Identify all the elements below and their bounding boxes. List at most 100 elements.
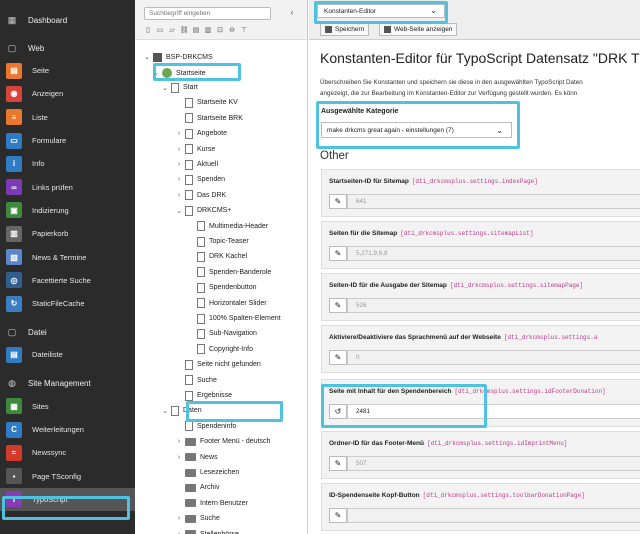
chevron-right-icon[interactable]: ›: [175, 515, 183, 522]
module-item-weiterleitungen[interactable]: C Weiterleitungen: [0, 418, 135, 441]
module-item-staticfilecache[interactable]: ↻ StaticFileCache: [0, 292, 135, 315]
tree-node[interactable]: › Das DRK: [175, 188, 226, 202]
new-mount-icon[interactable]: ⊡: [216, 26, 224, 34]
tree-node[interactable]: Intern Benutzer: [175, 496, 248, 510]
constant-value-field[interactable]: 641: [347, 194, 640, 209]
tree-node[interactable]: › News: [175, 450, 218, 464]
constant-value-field[interactable]: 526: [347, 298, 640, 313]
chevron-down-icon[interactable]: ⌄: [143, 53, 151, 61]
constant-value-field[interactable]: 5,271,9,6,8: [347, 246, 640, 261]
constant-value-field[interactable]: 507: [347, 456, 640, 471]
module-group-datei[interactable]: ▢ Datei: [0, 321, 135, 343]
tree-node[interactable]: Horizontaler Slider: [187, 296, 267, 310]
function-select[interactable]: Konstanten-Editor ⌄: [317, 4, 445, 18]
tree-node[interactable]: Copyright-Info: [187, 342, 253, 356]
edit-icon[interactable]: ✎: [329, 508, 347, 523]
module-item-sites[interactable]: ▦ Sites: [0, 395, 135, 418]
tree-node[interactable]: 100% Spalten-Element: [187, 312, 281, 326]
module-label: Dateiliste: [32, 350, 63, 360]
tree-node[interactable]: ⌄ Start: [161, 81, 198, 95]
chevron-right-icon[interactable]: ›: [175, 438, 183, 445]
new-folder-icon[interactable]: ▭: [156, 26, 164, 34]
module-item-liste[interactable]: ≡ Liste: [0, 106, 135, 129]
tree-node[interactable]: Spendenbutton: [187, 281, 257, 295]
tree-node[interactable]: Spenden-Banderole: [187, 265, 271, 279]
tree-search-input[interactable]: [144, 7, 271, 20]
module-item-info[interactable]: i Info: [0, 152, 135, 175]
module-label: Anzeigen: [32, 89, 64, 99]
module-item-formulare[interactable]: ▭ Formulare: [0, 129, 135, 152]
save-button[interactable]: Speichern: [320, 23, 370, 36]
tree-node[interactable]: Startseite BRK: [175, 111, 243, 125]
tree-node[interactable]: ⌄ DRKCMS+: [175, 204, 231, 218]
tree-node[interactable]: Seite nicht gefunden: [175, 358, 261, 372]
tree-node[interactable]: ⌄ Daten: [161, 404, 202, 418]
module-item-facettierte-suche[interactable]: ◎ Facettierte Suche: [0, 269, 135, 292]
tree-node[interactable]: DRK Kachel: [187, 250, 247, 264]
undo-icon[interactable]: ↺: [329, 404, 347, 419]
module-item-dateiliste[interactable]: ▤ Dateiliste: [0, 343, 135, 366]
tree-node[interactable]: Ergebnisse: [175, 389, 232, 403]
tree-node[interactable]: › Footer Menü - deutsch: [175, 435, 270, 449]
module-item-typoscript[interactable]: T TypoScript: [0, 487, 135, 512]
chevron-right-icon[interactable]: ›: [175, 146, 183, 153]
module-item-seite[interactable]: ▤ Seite: [0, 59, 135, 82]
module-item-links-pr-fen[interactable]: ∞ Links prüfen: [0, 175, 135, 198]
tree-node[interactable]: Lesezeichen: [175, 466, 239, 480]
module-item-news-termine[interactable]: ▧ News & Termine: [0, 245, 135, 268]
chevron-down-icon[interactable]: ⌄: [161, 407, 169, 415]
tree-root-node[interactable]: ⌄ BSP-DRKCMS: [143, 50, 213, 64]
chevron-right-icon[interactable]: ›: [175, 192, 183, 199]
module-item-anzeigen[interactable]: ◉ Anzeigen: [0, 82, 135, 105]
edit-icon[interactable]: ✎: [329, 298, 347, 313]
edit-icon[interactable]: ✎: [329, 246, 347, 261]
new-divider-icon[interactable]: ⊖: [228, 26, 236, 34]
new-recycler-icon[interactable]: ▥: [204, 26, 212, 34]
chevron-down-icon[interactable]: ⌄: [175, 207, 183, 215]
tree-node[interactable]: Spendeninfo: [175, 419, 236, 433]
new-page-icon[interactable]: ▯: [144, 26, 152, 34]
chevron-down-icon[interactable]: ⌄: [152, 69, 160, 77]
edit-icon[interactable]: ✎: [329, 194, 347, 209]
category-select[interactable]: make drkcms great again - einstellungen …: [321, 122, 512, 138]
chevron-right-icon[interactable]: ›: [175, 531, 183, 534]
tree-node[interactable]: ⌄ Startseite: [152, 66, 206, 80]
edit-icon[interactable]: ✎: [329, 350, 347, 365]
tree-node[interactable]: › Stellenbörse: [175, 527, 239, 534]
chevron-right-icon[interactable]: ›: [175, 176, 183, 183]
tree-node[interactable]: › Angebote: [175, 127, 227, 141]
new-link-icon[interactable]: ⛓: [180, 26, 189, 34]
constant-value-field[interactable]: [347, 508, 640, 523]
tree-node[interactable]: › Spenden: [175, 173, 225, 187]
tree-node[interactable]: Topic-Teaser: [187, 235, 249, 249]
chevron-right-icon[interactable]: ›: [175, 130, 183, 137]
module-item-page-tsconfig[interactable]: ▪ Page TSconfig: [0, 464, 135, 487]
collapse-tree-icon[interactable]: ‹: [285, 7, 299, 20]
chevron-right-icon[interactable]: ›: [175, 454, 183, 461]
tree-node[interactable]: Suche: [175, 373, 217, 387]
chevron-down-icon[interactable]: ⌄: [161, 84, 169, 92]
new-sysfolder-icon[interactable]: ▤: [192, 26, 200, 34]
tree-node[interactable]: Startseite KV: [175, 96, 238, 110]
tree-node[interactable]: › Kurse: [175, 142, 215, 156]
filter-icon[interactable]: ⊤: [240, 26, 248, 34]
module-group-dashboard[interactable]: ▦ Dashboard: [0, 9, 135, 31]
module-item-papierkorb[interactable]: ▥ Papierkorb: [0, 222, 135, 245]
page-icon: ▤: [6, 62, 22, 79]
module-item-newssync[interactable]: ≈ Newssync: [0, 441, 135, 464]
module-item-indizierung[interactable]: ▣ Indizierung: [0, 199, 135, 222]
tree-node[interactable]: › Aktuell: [175, 158, 218, 172]
tree-node-label: News: [200, 453, 218, 461]
module-group-site-management[interactable]: ◍ Site Management: [0, 373, 135, 395]
new-shortcut-icon[interactable]: ▱: [168, 26, 176, 34]
constant-value-field[interactable]: 0: [347, 350, 640, 365]
chevron-right-icon[interactable]: ›: [175, 161, 183, 168]
constant-value-field[interactable]: 2481: [347, 404, 640, 419]
tree-node[interactable]: Sub-Navigation: [187, 327, 257, 341]
tree-node[interactable]: › Suche: [175, 512, 220, 526]
edit-icon[interactable]: ✎: [329, 456, 347, 471]
tree-node[interactable]: Multimedia-Header: [187, 219, 268, 233]
tree-node[interactable]: Archiv: [175, 481, 219, 495]
module-group-web[interactable]: ▢ Web: [0, 37, 135, 59]
view-webpage-button[interactable]: Web-Seite anzeigen: [379, 23, 458, 36]
